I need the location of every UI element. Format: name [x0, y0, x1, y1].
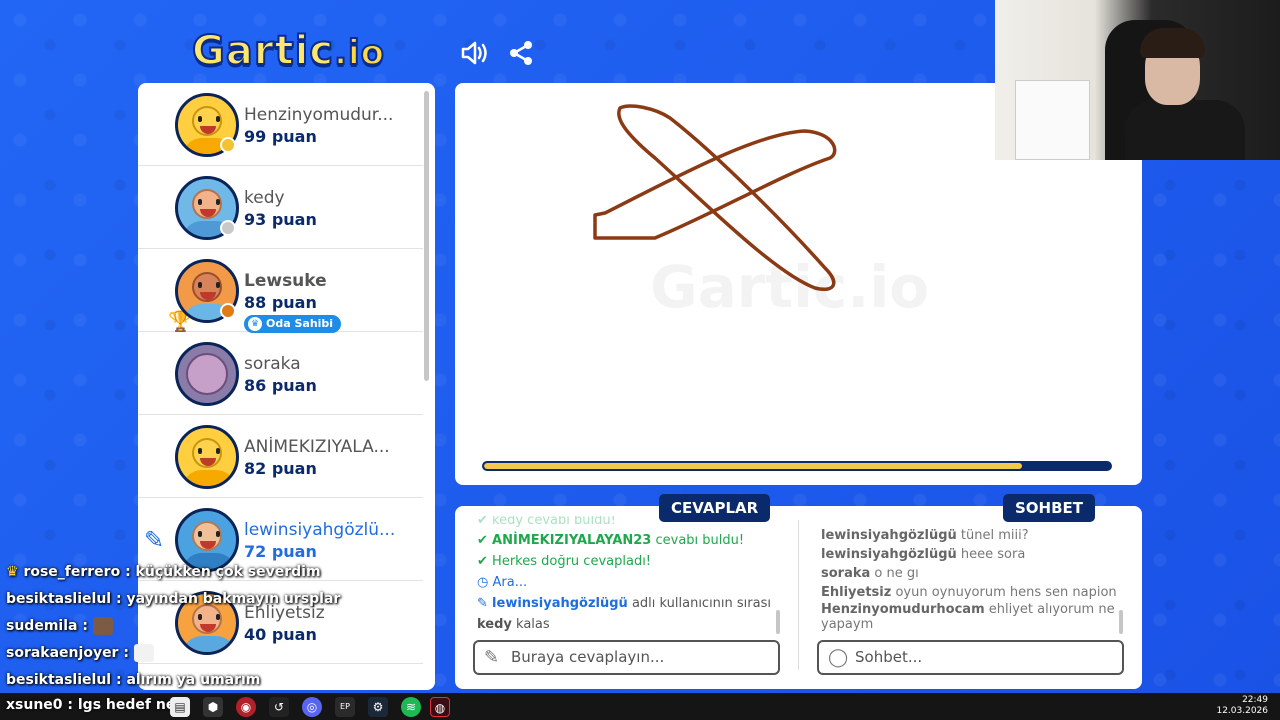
player-name: lewinsiyahgözlü...	[244, 520, 396, 540]
status-dot	[220, 220, 236, 236]
answer-log-item: ◷ Ara...	[477, 575, 528, 590]
answers-feed: ✔ kedy cevabı buldu! ✔ ANİMEKIZIYALAYAN2…	[477, 516, 777, 636]
chat-feed: lewinsiyahgözlügü tünel miii? lewinsiyah…	[821, 526, 1121, 636]
status-dot	[220, 303, 236, 319]
player-name: Henzinyomudur...	[244, 105, 394, 125]
chat-input[interactable]: ◯ Sohbet...	[817, 640, 1124, 675]
crown-icon: ♛	[248, 317, 262, 331]
host-badge: ♛ Oda Sahibi	[244, 315, 342, 333]
emote-icon	[133, 644, 154, 662]
player-points: 82 puan	[244, 459, 317, 478]
status-dot	[220, 137, 236, 153]
speaker-icon[interactable]	[458, 36, 492, 70]
chat-bubble-icon: ◯	[828, 647, 849, 668]
file-icon[interactable]: ▤	[170, 697, 190, 717]
player-points: 93 puan	[244, 210, 317, 229]
check-icon: ✔	[477, 533, 488, 548]
app-icon[interactable]: ↺	[269, 697, 289, 717]
timer-progress-fill	[484, 463, 1023, 469]
answer-log-item: ✎ lewinsiyahgözlügü adlı kullanıcının sı…	[477, 596, 771, 611]
pencil-icon: ✎	[477, 596, 488, 611]
taskbar: xsune0 : lgs hedef ne ▤ ⬢ ◉ ↺ ◎ EP ⚙ ≋ ◍…	[0, 693, 1280, 720]
stream-chat-line: xsune0 : lgs hedef ne	[6, 697, 176, 713]
player-row[interactable]: kedy 93 puan	[138, 166, 423, 249]
webcam-overlay	[995, 0, 1280, 160]
gartic-logo: Gartic.io	[191, 27, 386, 75]
player-list-scrollbar[interactable]	[424, 91, 429, 381]
stream-chat-line: besiktaslielul : alırım ya umarım	[6, 672, 261, 688]
chat-message: Ehliyetsiz oyun oynuyorum hens sen napio…	[821, 585, 1117, 600]
panel-divider	[798, 520, 799, 670]
player-row[interactable]: soraka 86 puan	[138, 332, 423, 415]
discord-icon[interactable]: ◎	[302, 697, 322, 717]
check-icon: ✔	[477, 554, 488, 569]
pencil-icon: ✎	[144, 526, 165, 554]
spotify-icon[interactable]: ≋	[401, 697, 421, 717]
pencil-icon: ✎	[484, 647, 500, 668]
timer-progress-bar	[482, 461, 1112, 471]
share-icon[interactable]	[504, 36, 538, 70]
epic-games-icon[interactable]: EP	[335, 697, 355, 717]
tab-answers[interactable]: CEVAPLAR	[659, 494, 771, 522]
answer-log-item: ✔ ANİMEKIZIYALAYAN23 cevabı buldu!	[477, 533, 745, 548]
answer-log-item: ✔ Herkes doğru cevapladı!	[477, 554, 652, 569]
player-row[interactable]: Henzinyomudur... 99 puan	[138, 83, 423, 166]
stream-chat-line: sudemila :	[0, 614, 330, 641]
stream-chat-line: sorakaenjoyer :	[0, 641, 330, 668]
answer-input[interactable]: ✎ Buraya cevaplayın...	[473, 640, 780, 675]
stream-chat-line: ♛ rose_ferrero : küçükken çok severdim	[6, 564, 321, 580]
player-name: Lewsuke	[244, 271, 327, 291]
player-row[interactable]: 🏆 Lewsuke 88 puan ♛ Oda Sahibi	[138, 249, 423, 333]
player-points: 72 puan	[244, 542, 317, 561]
bottom-panel: ✔ kedy cevabı buldu! ✔ ANİMEKIZIYALAYAN2…	[455, 506, 1142, 689]
avatar	[175, 425, 239, 489]
tab-chat[interactable]: SOHBET	[1003, 494, 1096, 522]
clock-icon: ◷	[477, 575, 489, 590]
chat-message: soraka o ne gı	[821, 566, 919, 581]
stream-chat-line: besiktaslielul : yayından bakmayın urspl…	[6, 591, 341, 607]
chat-message: lewinsiyahgözlügü tünel miii?	[821, 528, 1029, 543]
crown-icon: ♛	[6, 564, 19, 580]
stream-chat-overlay: ♛ rose_ferrero : küçükken çok severdim b…	[0, 560, 341, 695]
chat-scrollbar[interactable]	[1119, 610, 1123, 634]
app-icon[interactable]: ◉	[236, 697, 256, 717]
chat-message: Henzinyomudurhocam ehliyet alıyorum ne y…	[821, 602, 1115, 632]
steam-icon[interactable]: ⚙	[368, 697, 388, 717]
app-icon[interactable]: ⬢	[203, 697, 223, 717]
answer-log-item: kedy kalas	[477, 617, 550, 632]
player-name: soraka	[244, 354, 301, 374]
answers-scrollbar[interactable]	[776, 610, 780, 634]
player-row[interactable]: ANİMEKIZIYALA... 82 puan	[138, 415, 423, 498]
taskbar-clock: 22:49 12.03.2026	[1216, 695, 1268, 716]
emote-icon	[92, 617, 113, 635]
player-points: 99 puan	[244, 127, 317, 146]
avatar	[175, 342, 239, 406]
player-points: 86 puan	[244, 376, 317, 395]
player-points: 88 puan	[244, 293, 317, 312]
app-icon[interactable]: ◍	[430, 697, 450, 717]
player-name: ANİMEKIZIYALA...	[244, 437, 390, 457]
chat-message: lewinsiyahgözlügü heee sora	[821, 547, 1026, 562]
player-name: kedy	[244, 188, 285, 208]
